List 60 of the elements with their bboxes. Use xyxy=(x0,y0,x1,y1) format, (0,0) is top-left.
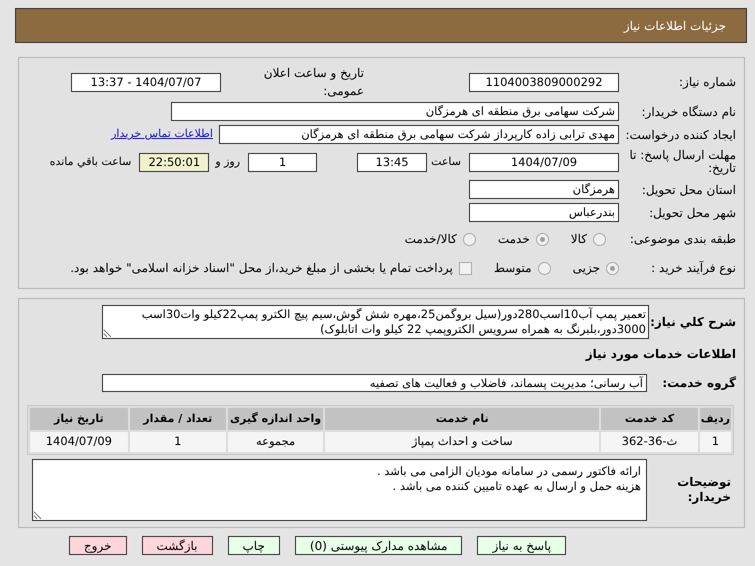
field-label: ایجاد کننده درخواست: xyxy=(624,126,737,144)
field-label: شرح کلي نياز: xyxy=(649,314,737,331)
city-field: بندرعباس xyxy=(469,203,619,222)
buyer-org-field: شرکت سهامی برق منطقه ای هرمزگان xyxy=(171,102,619,121)
field-label: تاریخ و ساعت اعلان عمومی: xyxy=(262,65,364,100)
radio-button[interactable] xyxy=(538,262,551,274)
exit-button[interactable]: خروج xyxy=(68,536,126,555)
need-number-field: 1104003809000292 xyxy=(469,72,619,92)
deadline-date-field: 1404/07/09 xyxy=(469,152,619,172)
radio-button[interactable] xyxy=(536,232,549,246)
contact-link[interactable]: اطلاعات تماس خریدار xyxy=(111,126,213,143)
action-button[interactable]: چاپ xyxy=(228,536,280,555)
table-cell: 1404/07/09 xyxy=(30,432,128,452)
column-header: واحد اندازه گیری xyxy=(228,408,324,430)
field-label: روز و xyxy=(215,154,240,170)
field-label: ساعت باقي مانده xyxy=(50,154,132,170)
column-header: ردیف xyxy=(700,408,731,430)
column-header: کد خدمت xyxy=(601,408,698,430)
radio-button[interactable] xyxy=(593,232,606,246)
notes-field[interactable]: ارائه فاکتور رسمی در سامانه مودیان الزامی می باشد . هزینه حمل و ارسال به عهده تامیین کننده می باشد . xyxy=(32,459,647,521)
field-label: طبقه بندی موضوعی: xyxy=(628,231,737,248)
column-header: نام خدمت xyxy=(325,408,600,430)
remaining-time-field: 22:50:01 xyxy=(139,152,210,172)
field-label: نام دستگاه خریدار: xyxy=(640,104,737,120)
option-label: خدمت xyxy=(498,231,530,248)
action-button[interactable]: مشاهده مدارک پیوستی (0) xyxy=(294,536,462,555)
radio-button[interactable] xyxy=(606,262,619,274)
province-field: هرمزگان xyxy=(469,180,619,199)
action-button[interactable]: پاسخ به نیاز xyxy=(477,536,566,555)
table-cell: ث-36-362 xyxy=(601,432,698,452)
checkbox[interactable] xyxy=(458,262,472,274)
radio-button[interactable] xyxy=(462,232,476,246)
field-label: شهر محل تحویل: xyxy=(648,204,737,222)
column-header: تاریخ نیاز xyxy=(30,408,128,430)
days-field: 1 xyxy=(248,152,318,172)
deadline-time-field: 13:45 xyxy=(357,152,428,172)
table-cell: 1 xyxy=(130,432,226,452)
table-cell: مجموعه xyxy=(228,432,324,452)
option-label: متوسط xyxy=(494,260,532,277)
service-group-field: آب رسانی؛ مدیریت پسماند، فاضلاب و فعالیت های تصفیه xyxy=(102,374,647,392)
checkbox-label: پرداخت تمام یا بخشی از مبلغ خرید،از محل "اسناد خزانه اسلامی" خواهد بود. xyxy=(70,260,453,277)
option-label: جزیی xyxy=(572,260,600,277)
field-label: ساعت xyxy=(431,154,461,170)
section-heading: اطلاعات خدمات مورد نیاز xyxy=(586,346,737,363)
field-label: شماره نیاز: xyxy=(678,74,737,91)
field-label: استان محل تحویل: xyxy=(640,182,737,198)
field-label: نوع فرآیند خرید : xyxy=(650,260,737,277)
field-label: گروه خدمت: xyxy=(661,375,737,392)
page-title: جزئیات اطلاعات نیاز xyxy=(624,18,726,34)
description-field[interactable]: تعمیر پمپ آب10اسب280دور(سیل بروگمن25،مهره شش گوش،سیم پیچ الکترو پمپ22کیلو وات30اسب 3000دور،بلبرنگ به همراه سرویس الکتروپمپ 22 کیلو وات اتابلوک) xyxy=(102,305,649,339)
exit-button[interactable]: بازگشت xyxy=(142,536,212,555)
requester-field: مهدی ترابی زاده کارپرداز شرکت سهامی برق منطقه ای هرمزگان xyxy=(219,125,619,144)
table-cell: 1 xyxy=(700,432,731,452)
announce-date-field: 1404/07/07 - 13:37 xyxy=(71,72,221,92)
field-label: مهلت ارسال پاسخ: تا تاریخ: xyxy=(628,149,737,175)
option-label: کالا xyxy=(570,231,587,248)
column-header: تعداد / مقدار xyxy=(130,408,226,430)
option-label: کالا/خدمت xyxy=(404,231,457,248)
field-label: توضیحات خریدار: xyxy=(676,475,732,505)
table-cell: ساخت و احداث پمپاژ xyxy=(325,432,600,452)
